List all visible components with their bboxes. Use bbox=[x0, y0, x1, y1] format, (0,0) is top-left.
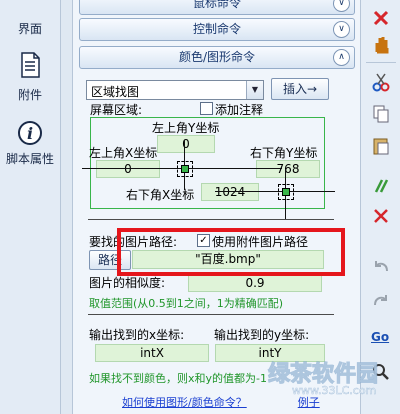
sidebar-item-interface[interactable]: 界面 bbox=[0, 0, 60, 37]
hand-icon[interactable] bbox=[371, 34, 391, 54]
right-toolbar: Go bbox=[360, 0, 400, 414]
chevron-up-icon[interactable]: ∧ bbox=[333, 49, 350, 66]
redo-icon[interactable] bbox=[371, 290, 391, 310]
help-link[interactable]: 如何使用图形/颜色命令？ bbox=[122, 396, 247, 409]
insert-button[interactable]: 插入→ bbox=[271, 78, 329, 100]
paste-icon[interactable] bbox=[371, 136, 391, 156]
svg-text:i: i bbox=[27, 124, 33, 143]
mouse-commands-header[interactable]: 鼠标命令 ∨ bbox=[79, 0, 355, 15]
top-left-target-icon[interactable] bbox=[177, 161, 193, 177]
chevron-down-icon[interactable]: ∨ bbox=[333, 21, 350, 38]
chevron-down-icon[interactable]: ∨ bbox=[333, 0, 350, 12]
info-icon: i bbox=[18, 121, 42, 145]
header-label: 控制命令 bbox=[192, 22, 241, 36]
sidebar-item-attachment[interactable]: 附件 bbox=[0, 52, 60, 103]
similarity-label: 图片的相似度: bbox=[89, 276, 166, 290]
uncomment-icon[interactable] bbox=[371, 206, 391, 226]
bottom-right-target-icon[interactable] bbox=[278, 184, 294, 200]
sidebar-item-label: 脚本属性 bbox=[5, 152, 54, 166]
header-label: 颜色/图形命令 bbox=[178, 50, 256, 64]
highlight-box bbox=[117, 228, 345, 276]
cut-icon[interactable] bbox=[371, 72, 391, 92]
divider bbox=[88, 314, 334, 315]
example-link[interactable]: 例子 bbox=[298, 396, 320, 409]
top-left-y-label: 左上角Y坐标 bbox=[152, 121, 220, 135]
copy-icon[interactable] bbox=[371, 104, 391, 124]
delete-icon[interactable] bbox=[371, 8, 391, 28]
watermark-url: www.33LC.com bbox=[292, 384, 377, 398]
out-y-label: 输出找到的y坐标: bbox=[214, 328, 310, 342]
out-x-input[interactable]: intX bbox=[95, 344, 209, 362]
sidebar-item-label: 界面 bbox=[17, 22, 42, 36]
dropdown-arrow-icon[interactable]: ▼ bbox=[246, 81, 263, 99]
out-x-label: 输出找到的x坐标: bbox=[89, 328, 185, 342]
control-commands-header[interactable]: 控制命令 ∨ bbox=[79, 18, 355, 41]
add-comment-label: 添加注释 bbox=[215, 103, 264, 117]
select-value: 区域找图 bbox=[91, 85, 140, 99]
help-links: 如何使用图形/颜色命令？ 例子 bbox=[122, 394, 320, 410]
add-comment-checkbox[interactable] bbox=[200, 102, 213, 115]
top-left-x-input[interactable]: 0 bbox=[96, 160, 160, 178]
bottom-right-x-input[interactable]: 1024 bbox=[201, 183, 259, 201]
similarity-hint: 取值范围(从0.5到1之间，1为精确匹配) bbox=[89, 297, 284, 310]
color-image-commands-header[interactable]: 颜色/图形命令 ∧ bbox=[79, 46, 355, 69]
screen-area-label: 屏幕区域: bbox=[90, 103, 143, 117]
crosshair-line bbox=[215, 191, 335, 192]
go-icon[interactable]: Go bbox=[371, 330, 389, 344]
sidebar-item-script-properties[interactable]: i 脚本属性 bbox=[0, 120, 60, 167]
bottom-right-y-input[interactable]: 768 bbox=[256, 160, 320, 178]
divider bbox=[88, 219, 334, 220]
undo-icon[interactable] bbox=[371, 256, 391, 276]
header-label: 鼠标命令 bbox=[192, 0, 241, 10]
comment-icon[interactable] bbox=[371, 176, 391, 196]
similarity-input[interactable]: 0.9 bbox=[188, 274, 322, 292]
not-found-hint: 如果找不到颜色，则x和y的值都为-1 bbox=[89, 372, 267, 385]
top-left-y-input[interactable]: 0 bbox=[157, 135, 215, 153]
document-icon bbox=[21, 52, 40, 78]
top-left-x-label: 左上角X坐标 bbox=[89, 146, 158, 160]
left-sidebar: 界面 附件 i 脚本属性 bbox=[0, 0, 61, 414]
bottom-right-y-label: 右下角Y坐标 bbox=[250, 146, 318, 160]
command-select[interactable]: 区域找图 ▼ bbox=[86, 80, 264, 100]
sidebar-item-label: 附件 bbox=[17, 88, 42, 102]
